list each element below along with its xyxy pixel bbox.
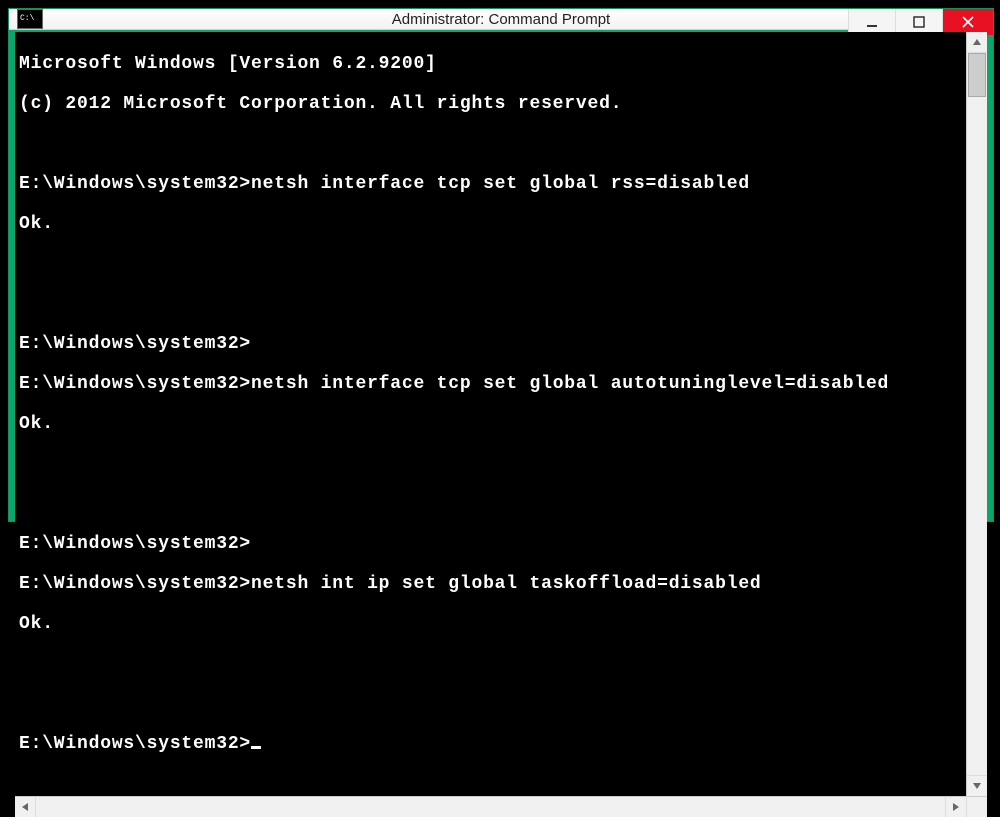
vertical-scroll-thumb[interactable] [968, 53, 986, 97]
horizontal-scroll-track[interactable] [36, 797, 945, 817]
cursor [251, 746, 261, 749]
scroll-right-button[interactable] [945, 797, 966, 817]
result-ok: Ok. [19, 214, 54, 234]
horizontal-scrollbar[interactable] [15, 796, 987, 817]
terminal-output[interactable]: Microsoft Windows [Version 6.2.9200] (c)… [15, 32, 966, 796]
vertical-scrollbar[interactable] [966, 32, 987, 796]
prompt: E:\Windows\system32> [19, 534, 251, 554]
window-title: Administrator: Command Prompt [392, 11, 610, 28]
prompt: E:\Windows\system32> [19, 734, 251, 754]
prompt: E:\Windows\system32> [19, 374, 251, 394]
prompt: E:\Windows\system32> [19, 334, 251, 354]
client-area: Microsoft Windows [Version 6.2.9200] (c)… [15, 32, 987, 817]
header-line-1: Microsoft Windows [Version 6.2.9200] [19, 54, 437, 74]
command-3: netsh int ip set global taskoffload=disa… [251, 574, 761, 594]
scrollbar-corner [966, 797, 987, 817]
command-prompt-window: Administrator: Command Prompt Microsoft … [8, 8, 994, 522]
scroll-left-button[interactable] [15, 797, 36, 817]
result-ok: Ok. [19, 614, 54, 634]
prompt: E:\Windows\system32> [19, 174, 251, 194]
command-2: netsh interface tcp set global autotunin… [251, 374, 889, 394]
result-ok: Ok. [19, 414, 54, 434]
prompt: E:\Windows\system32> [19, 574, 251, 594]
cmd-icon [17, 9, 43, 29]
titlebar[interactable]: Administrator: Command Prompt [9, 9, 993, 30]
vertical-scroll-track[interactable] [967, 53, 987, 775]
header-line-2: (c) 2012 Microsoft Corporation. All righ… [19, 94, 622, 114]
command-1: netsh interface tcp set global rss=disab… [251, 174, 750, 194]
scroll-down-button[interactable] [967, 775, 987, 796]
scroll-up-button[interactable] [967, 32, 987, 53]
